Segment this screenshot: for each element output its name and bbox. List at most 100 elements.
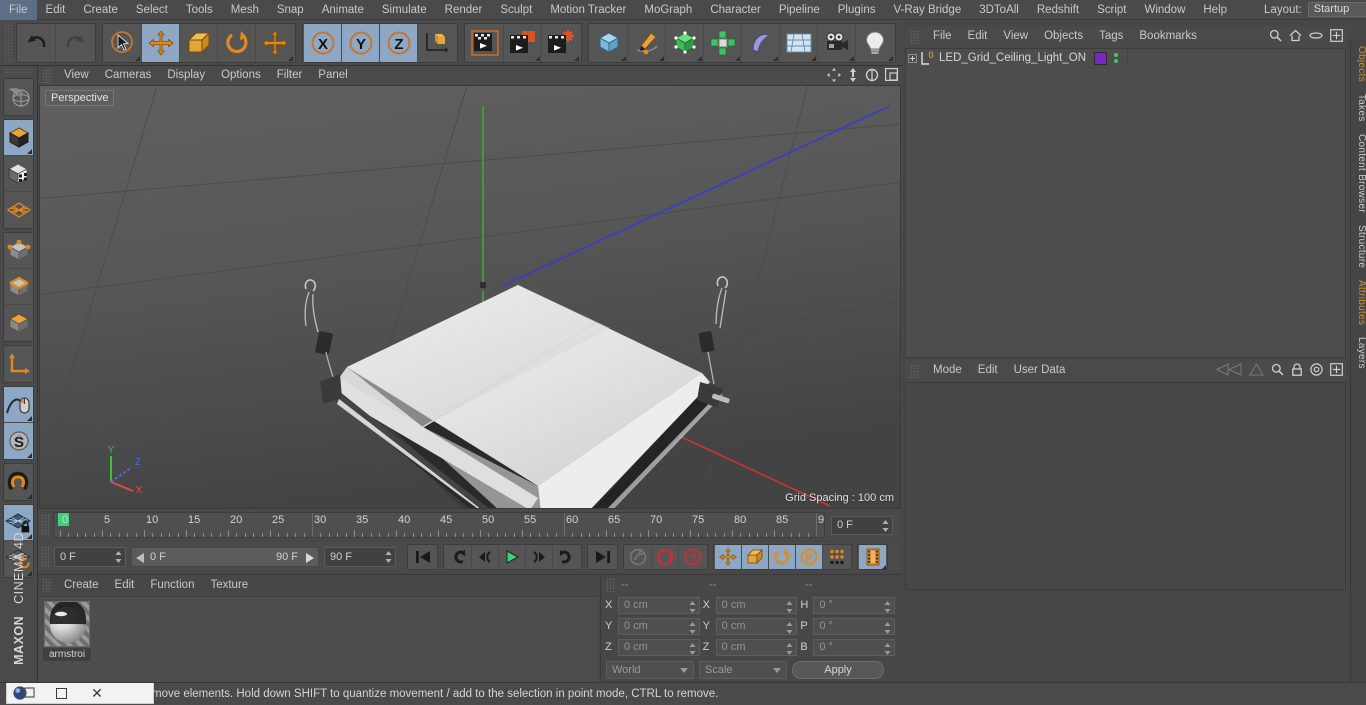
- perspective-viewport[interactable]: Perspective Grid Spacing : 100 cm Y X Z: [39, 85, 901, 509]
- attributes-grip[interactable]: [910, 363, 920, 378]
- menu-item-v-ray-bridge[interactable]: V-Ray Bridge: [884, 0, 970, 20]
- coordinates-grip[interactable]: [606, 578, 616, 592]
- go-to-next-key-button[interactable]: [553, 545, 580, 569]
- spinner-icon[interactable]: [786, 621, 793, 634]
- menu-item-view[interactable]: View: [995, 26, 1036, 47]
- left-toolbar-grip[interactable]: [4, 68, 33, 75]
- material-thumbnail[interactable]: [44, 601, 90, 647]
- coord-rotation-field[interactable]: 0 °: [813, 596, 896, 614]
- editable-object-button[interactable]: [4, 120, 33, 156]
- dock-tab-layers[interactable]: Layers: [1351, 331, 1366, 375]
- range-left-arrow-icon[interactable]: [136, 553, 146, 563]
- add-environment-button[interactable]: [780, 23, 818, 62]
- menu-item-snap[interactable]: Snap: [268, 0, 313, 20]
- close-window-button[interactable]: ✕: [79, 686, 115, 700]
- menu-item-bookmarks[interactable]: Bookmarks: [1131, 26, 1205, 47]
- move-tool[interactable]: [142, 23, 180, 62]
- spinner-icon[interactable]: [786, 642, 793, 655]
- layout-select[interactable]: Startup: [1307, 2, 1366, 17]
- end-frame-field[interactable]: 90 F: [324, 547, 396, 567]
- apply-button[interactable]: Apply: [792, 661, 884, 679]
- add-deformer-button[interactable]: [742, 23, 780, 62]
- object-manager-grip[interactable]: [910, 29, 920, 44]
- menu-item-view[interactable]: View: [56, 66, 97, 85]
- menu-item-edit[interactable]: Edit: [960, 26, 996, 47]
- object-color-swatch[interactable]: [1094, 51, 1108, 65]
- play-button[interactable]: [499, 545, 526, 569]
- menu-item-user-data[interactable]: User Data: [1006, 360, 1074, 381]
- restore-window-button[interactable]: [43, 687, 79, 699]
- preview-range-slider[interactable]: 0 F 90 F: [131, 547, 319, 567]
- magnet-tool-button[interactable]: [4, 464, 33, 500]
- size-mode-select[interactable]: Scale: [699, 661, 787, 679]
- viewport-solo-button[interactable]: [4, 387, 33, 423]
- toolbar-grip[interactable]: [4, 23, 13, 62]
- parameter-key-button[interactable]: P: [796, 545, 823, 569]
- rotate-tool[interactable]: [218, 23, 256, 62]
- attributes-content[interactable]: [905, 382, 1346, 590]
- viewport-menu-grip[interactable]: [42, 68, 52, 83]
- timeline-frame-field[interactable]: 0 F: [831, 515, 893, 535]
- menu-item-help[interactable]: Help: [1194, 0, 1236, 20]
- timeline-grip[interactable]: [41, 514, 50, 536]
- dynamic-move-tool[interactable]: [256, 23, 294, 62]
- menu-item-create[interactable]: Create: [74, 0, 127, 20]
- autokeying-button[interactable]: [652, 545, 679, 569]
- menu-item-file[interactable]: File: [0, 0, 37, 20]
- menu-item-tags[interactable]: Tags: [1091, 26, 1131, 47]
- object-visibility-dots[interactable]: [1114, 53, 1119, 63]
- menu-item-edit[interactable]: Edit: [37, 0, 75, 20]
- dock-tab-attributes[interactable]: Attributes: [1351, 274, 1366, 331]
- menu-item-edit[interactable]: Edit: [107, 575, 143, 595]
- lock-x-axis-button[interactable]: X: [304, 23, 342, 62]
- menu-item-panel[interactable]: Panel: [310, 66, 355, 85]
- redo-button[interactable]: [56, 23, 94, 62]
- coord-position-field[interactable]: 0 cm: [618, 638, 700, 656]
- edges-mode-button[interactable]: [4, 269, 33, 305]
- menu-item-select[interactable]: Select: [127, 0, 177, 20]
- target-icon[interactable]: [1310, 363, 1323, 376]
- back-nav-icon[interactable]: [1216, 363, 1242, 376]
- dock-tab-structure[interactable]: Structure: [1351, 219, 1366, 274]
- coord-rotation-field[interactable]: 0 °: [813, 617, 896, 635]
- step-forward-button[interactable]: [526, 545, 553, 569]
- menu-item-objects[interactable]: Objects: [1036, 26, 1091, 47]
- zoom-icon[interactable]: [847, 68, 859, 82]
- close-icon[interactable]: ✕: [91, 686, 103, 700]
- render-settings-button[interactable]: [542, 23, 580, 62]
- pan-icon[interactable]: [827, 68, 841, 82]
- expand-icon[interactable]: [908, 53, 917, 63]
- add-generator-button[interactable]: [666, 23, 704, 62]
- render-region-button[interactable]: [504, 23, 542, 62]
- menu-item-filter[interactable]: Filter: [269, 66, 311, 85]
- app-icon[interactable]: [7, 685, 43, 701]
- polygons-mode-button[interactable]: [4, 305, 33, 341]
- menu-item-pipeline[interactable]: Pipeline: [770, 0, 829, 20]
- add-camera-button[interactable]: [818, 23, 856, 62]
- menu-item-display[interactable]: Display: [159, 66, 213, 85]
- go-to-start-button[interactable]: [409, 545, 436, 569]
- menu-item-mograph[interactable]: MoGraph: [635, 0, 701, 20]
- search-icon[interactable]: [1271, 363, 1284, 376]
- add-cube-button[interactable]: [590, 23, 628, 62]
- menu-item-animate[interactable]: Animate: [313, 0, 373, 20]
- material-list[interactable]: armstroi: [38, 596, 598, 684]
- menu-item-options[interactable]: Options: [213, 66, 269, 85]
- scale-key-button[interactable]: [742, 545, 769, 569]
- spinner-icon[interactable]: [882, 519, 889, 532]
- add-panel-icon[interactable]: [1330, 29, 1343, 42]
- transport-grip[interactable]: [41, 546, 50, 568]
- snap-toggle-button[interactable]: S: [4, 423, 33, 459]
- scale-tool[interactable]: [180, 23, 218, 62]
- point-level-animation-button[interactable]: [823, 545, 850, 569]
- material-menu-grip[interactable]: [42, 578, 52, 592]
- maximize-icon[interactable]: [885, 68, 898, 82]
- add-panel-icon[interactable]: [1330, 363, 1343, 376]
- render-view-button[interactable]: [466, 23, 504, 62]
- coord-position-field[interactable]: 0 cm: [618, 617, 700, 635]
- object-row[interactable]: 0 LED_Grid_Ceiling_Light_ON: [906, 49, 1345, 68]
- step-back-button[interactable]: [472, 545, 499, 569]
- coord-size-field[interactable]: 0 cm: [715, 638, 798, 656]
- undo-button[interactable]: [18, 23, 56, 62]
- keyframe-selection-button[interactable]: [859, 545, 886, 569]
